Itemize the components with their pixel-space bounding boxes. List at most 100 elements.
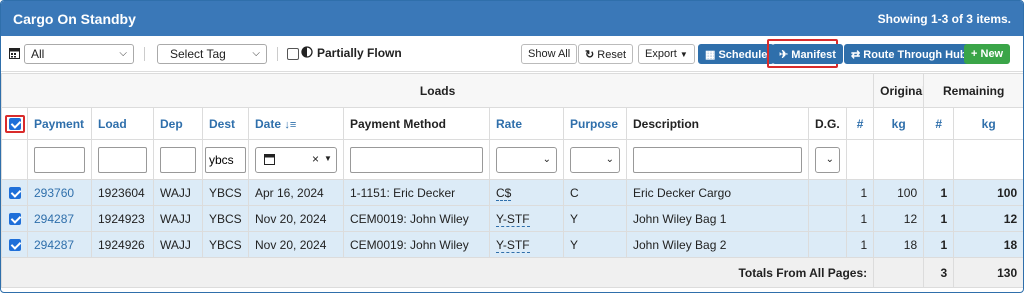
rate-cell[interactable]: Y-STF (496, 211, 530, 227)
calendar-icon (9, 47, 20, 67)
table-cell: WAJJ (153, 231, 203, 258)
dest-filter-input[interactable] (205, 146, 246, 173)
description-cell: John Wiley Bag 1 (633, 211, 727, 226)
schedule-button[interactable]: ▦ Schedule (698, 44, 775, 64)
table-cell: C (563, 179, 627, 206)
export-label: Export (645, 48, 677, 60)
rate-filter-select[interactable]: ⌄ (496, 146, 557, 173)
filter-cell (202, 139, 249, 180)
date-cell: Nov 20, 2024 (255, 237, 327, 252)
row-select-cell (1, 231, 28, 258)
group-header-original: Original (873, 73, 925, 108)
partially-flown-checkbox[interactable] (287, 46, 299, 66)
col-original-count[interactable]: # (845, 107, 875, 140)
export-button[interactable]: Export ▼ (638, 44, 695, 64)
remaining-count-cell: 1 (940, 237, 948, 252)
col-date[interactable]: Date ↓≡ (248, 107, 344, 140)
table-cell: 1 (845, 231, 875, 258)
table-cell: 1 (923, 205, 955, 232)
table-cell: 1 (923, 179, 955, 206)
filter-cell (27, 139, 92, 180)
load-cell: 1923604 (98, 185, 145, 200)
col-load[interactable]: Load (91, 107, 154, 140)
dep-filter-input[interactable] (160, 146, 196, 173)
dep-cell: WAJJ (160, 237, 191, 252)
load-filter-input[interactable] (98, 146, 147, 173)
payment-link[interactable]: 293760 (34, 186, 74, 200)
row-checkbox[interactable] (8, 187, 21, 200)
table-cell: YBCS (202, 231, 249, 258)
new-button[interactable]: + New (964, 44, 1011, 64)
col-dest[interactable]: Dest (202, 107, 249, 140)
payment-filter-input[interactable] (34, 146, 85, 173)
col-description: Description (626, 107, 809, 140)
original-kg-cell: 18 (903, 237, 918, 252)
col-payment-method: Payment Method (343, 107, 490, 140)
filter-cell: ⌄ (489, 139, 564, 180)
description-filter-input[interactable] (633, 146, 802, 173)
original-count-cell: 1 (860, 185, 868, 200)
payment-link[interactable]: 294287 (34, 238, 74, 252)
table-cell: 18 (953, 231, 1023, 258)
table-cell: John Wiley Bag 1 (626, 205, 809, 232)
table-cell: Nov 20, 2024 (248, 205, 344, 232)
dep-cell: WAJJ (160, 211, 191, 226)
payment-method-filter-input[interactable] (350, 146, 483, 173)
col-rate[interactable]: Rate (489, 107, 564, 140)
dest-cell: YBCS (209, 237, 242, 252)
description-cell: John Wiley Bag 2 (633, 237, 727, 252)
tag-select[interactable]: Select Tag ⌵ (157, 44, 267, 64)
rate-cell[interactable]: C$ (496, 185, 512, 201)
dep-cell: WAJJ (160, 185, 191, 200)
remaining-kg-cell: 12 (1003, 211, 1018, 226)
row-checkbox[interactable] (8, 213, 21, 226)
col-date-label: Date (255, 116, 282, 131)
manifest-button[interactable]: ✈ Manifest (772, 44, 843, 64)
row-checkbox[interactable] (8, 239, 21, 252)
purpose-filter-select[interactable]: ⌄ (570, 146, 620, 173)
route-icon: ⇄ (851, 49, 861, 61)
filter-cell (1, 139, 28, 180)
description-cell: Eric Decker Cargo (633, 185, 732, 200)
remaining-kg-cell: 100 (997, 185, 1018, 200)
clear-icon[interactable]: × (312, 152, 319, 166)
date-filter-picker[interactable]: × ▼ (255, 146, 337, 173)
original-count-cell: 1 (860, 237, 868, 252)
sort-ascending-icon: ↓≡ (284, 118, 297, 131)
table-row[interactable]: 294287 1924923 WAJJ YBCS Nov 20, 2024 CEM0019… (1, 205, 1023, 232)
cargo-table: Loads Original Remaining Payment Load De… (1, 73, 1023, 288)
panel-title: Cargo On Standby (13, 11, 136, 27)
show-all-button[interactable]: Show All (521, 44, 578, 64)
col-purpose[interactable]: Purpose (563, 107, 627, 140)
col-remaining-count[interactable]: # (923, 107, 955, 140)
table-cell: 294287 (27, 205, 92, 232)
route-through-hub-button[interactable]: ⇄ Route Through Hub (844, 44, 974, 64)
table-cell: 294287 (27, 231, 92, 258)
chevron-down-icon: ⌄ (542, 153, 551, 165)
original-kg-cell: 12 (903, 211, 918, 226)
table-row[interactable]: 293760 1923604 WAJJ YBCS Apr 16, 2024 1-1151:… (1, 179, 1023, 206)
table-cell: Y (563, 231, 627, 258)
col-payment[interactable]: Payment (27, 107, 92, 140)
chevron-down-icon: ⌵ (119, 48, 127, 59)
table-cell: Y (563, 205, 627, 232)
divider (277, 47, 278, 61)
payment-link[interactable]: 294287 (34, 212, 74, 226)
table-cell: WAJJ (153, 205, 203, 232)
status-select-value: All (31, 47, 45, 61)
reset-button[interactable]: ↻ Reset (578, 44, 634, 64)
caret-down-icon: ▼ (324, 153, 332, 163)
col-remaining-kg[interactable]: kg (953, 107, 1023, 140)
filter-cell (953, 139, 1023, 180)
status-select[interactable]: All ⌵ (24, 44, 134, 64)
table-row[interactable]: 294287 1924926 WAJJ YBCS Nov 20, 2024 CEM0019… (1, 231, 1023, 258)
rate-cell[interactable]: Y-STF (496, 237, 530, 253)
select-all-cell (1, 107, 28, 140)
col-original-kg[interactable]: kg (873, 107, 925, 140)
dg-filter-select[interactable]: ⌄ (815, 146, 840, 173)
totals-remaining-kg: 130 (953, 257, 1023, 288)
payment-method-cell: CEM0019: John Wiley (350, 237, 469, 252)
col-dep[interactable]: Dep (153, 107, 203, 140)
purpose-cell: Y (570, 237, 579, 252)
original-count-cell: 1 (860, 211, 868, 226)
